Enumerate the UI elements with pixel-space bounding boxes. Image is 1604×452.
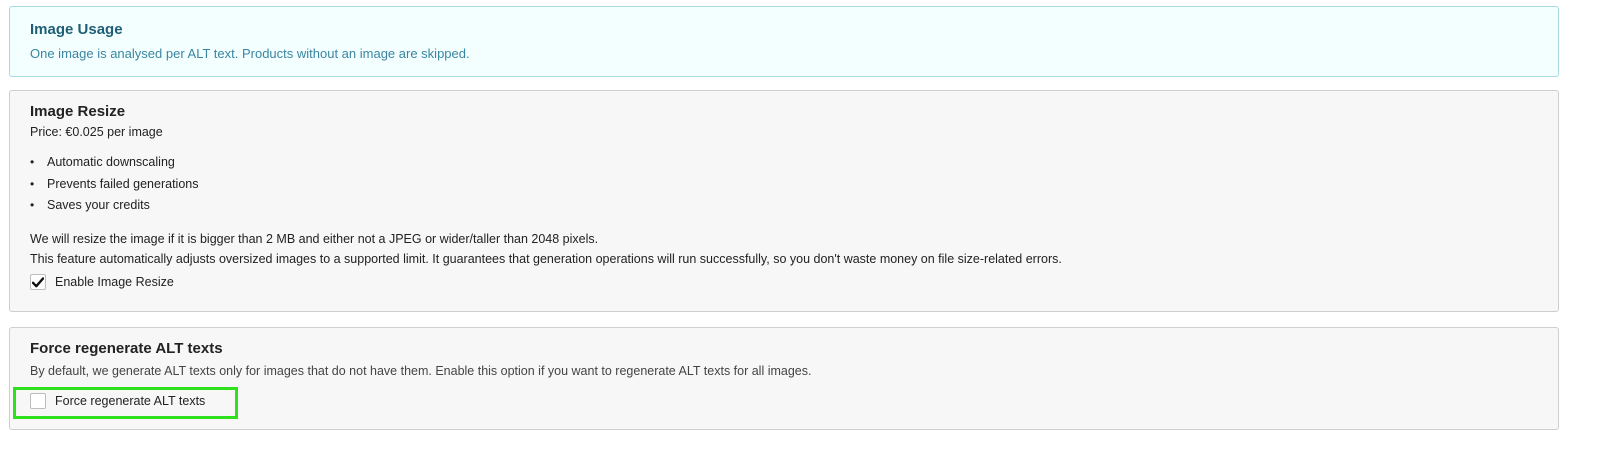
force-regenerate-label: Force regenerate ALT texts	[55, 394, 206, 408]
enable-image-resize-checkbox[interactable]	[30, 274, 46, 290]
benefit-list-item: Prevents failed generations	[30, 176, 198, 198]
force-regenerate-panel: Force regenerate ALT texts By default, w…	[9, 327, 1559, 430]
enable-image-resize-option[interactable]: Enable Image Resize	[30, 274, 174, 290]
image-resize-title: Image Resize	[30, 103, 126, 120]
force-regenerate-description: By default, we generate ALT texts only f…	[30, 364, 812, 378]
image-resize-benefits-list: Automatic downscaling Prevents failed ge…	[30, 154, 198, 219]
benefit-list-item: Automatic downscaling	[30, 154, 198, 176]
force-regenerate-title: Force regenerate ALT texts	[30, 340, 223, 357]
image-usage-title: Image Usage	[30, 21, 123, 38]
image-resize-note: We will resize the image if it is bigger…	[30, 230, 1062, 269]
image-usage-panel: Image Usage One image is analysed per AL…	[9, 6, 1559, 77]
benefit-list-item: Saves your credits	[30, 197, 198, 219]
force-regenerate-checkbox[interactable]	[30, 393, 46, 409]
enable-image-resize-label: Enable Image Resize	[55, 275, 174, 289]
image-resize-price: Price: €0.025 per image	[30, 125, 163, 139]
image-usage-description: One image is analysed per ALT text. Prod…	[30, 46, 470, 61]
image-resize-note-line-1: We will resize the image if it is bigger…	[30, 232, 599, 246]
checkmark-icon	[32, 276, 44, 287]
image-resize-note-line-2: This feature automatically adjusts overs…	[30, 251, 1062, 266]
image-resize-panel: Image Resize Price: €0.025 per image Aut…	[9, 90, 1559, 312]
force-regenerate-option[interactable]: Force regenerate ALT texts	[30, 393, 205, 409]
